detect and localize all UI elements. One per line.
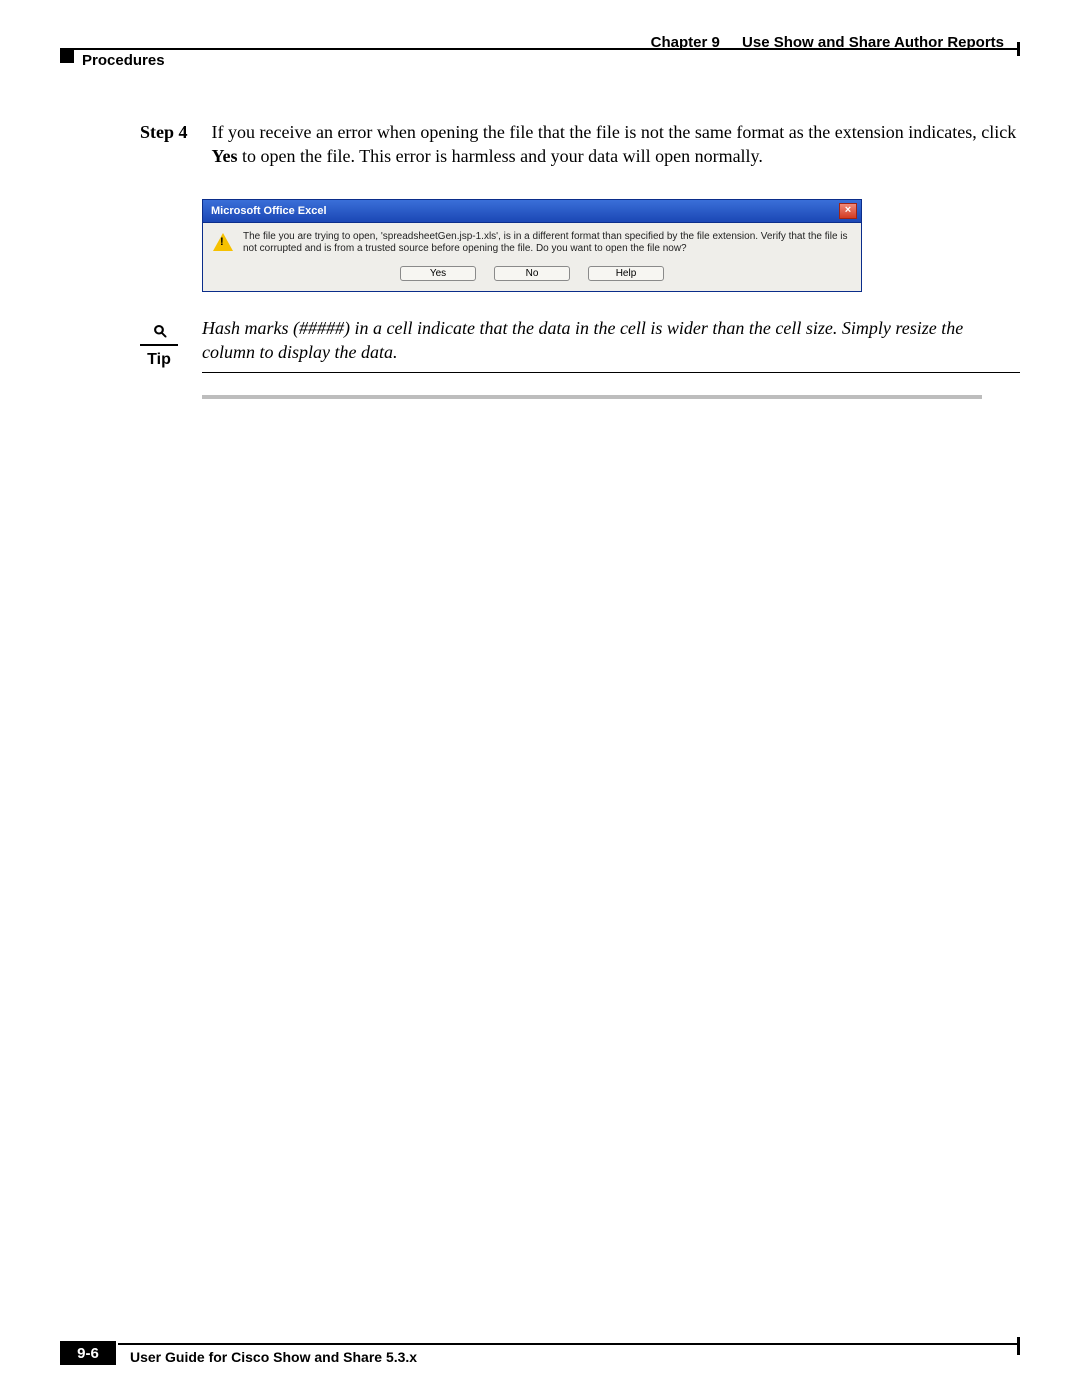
header-chapter: Chapter 9 Use Show and Share Author Repo… bbox=[651, 34, 1004, 51]
chapter-title: Use Show and Share Author Reports bbox=[742, 34, 1004, 51]
yes-button[interactable]: Yes bbox=[400, 266, 476, 281]
tip-callout: ⌕ Tip Hash marks (#####) in a cell indic… bbox=[140, 316, 1020, 374]
tip-icon-column: ⌕ Tip bbox=[140, 316, 178, 374]
no-button[interactable]: No bbox=[494, 266, 570, 281]
warning-icon bbox=[213, 233, 233, 251]
page-number-box: 9-6 bbox=[60, 1341, 116, 1365]
magnifier-icon: ⌕ bbox=[140, 316, 178, 342]
tip-label: Tip bbox=[147, 351, 171, 368]
step-text-pre: If you receive an error when opening the… bbox=[212, 122, 1017, 142]
step-text-post: to open the file. This error is harmless… bbox=[238, 146, 763, 166]
step-label: Step 4 bbox=[140, 120, 188, 169]
dialog-body: The file you are trying to open, 'spread… bbox=[202, 223, 862, 292]
footer-guide-title: User Guide for Cisco Show and Share 5.3.… bbox=[130, 1349, 417, 1365]
page-content: Step 4 If you receive an error when open… bbox=[140, 120, 1020, 399]
tip-text: Hash marks (#####) in a cell indicate th… bbox=[202, 316, 1020, 374]
dialog-titlebar: Microsoft Office Excel × bbox=[202, 199, 862, 223]
step-4: Step 4 If you receive an error when open… bbox=[140, 120, 1020, 169]
footer-right-tick bbox=[1017, 1337, 1020, 1355]
tip-body: Hash marks (#####) in a cell indicate th… bbox=[202, 318, 963, 362]
step-text-bold: Yes bbox=[212, 146, 238, 166]
dialog-button-row: Yes No Help bbox=[213, 266, 851, 281]
section-end-rule bbox=[202, 395, 982, 399]
footer-rule bbox=[118, 1343, 1020, 1345]
header-right-tick bbox=[1017, 42, 1020, 56]
chapter-number: Chapter 9 bbox=[651, 34, 720, 51]
step-text: If you receive an error when opening the… bbox=[212, 120, 1020, 169]
help-button[interactable]: Help bbox=[588, 266, 664, 281]
dialog-title: Microsoft Office Excel bbox=[211, 205, 327, 217]
excel-warning-dialog: Microsoft Office Excel × The file you ar… bbox=[202, 199, 862, 292]
dialog-message-row: The file you are trying to open, 'spread… bbox=[213, 231, 851, 256]
close-icon[interactable]: × bbox=[839, 203, 857, 219]
header-section-marker bbox=[60, 49, 74, 63]
dialog-message: The file you are trying to open, 'spread… bbox=[243, 231, 851, 256]
header-section-title: Procedures bbox=[82, 52, 165, 69]
